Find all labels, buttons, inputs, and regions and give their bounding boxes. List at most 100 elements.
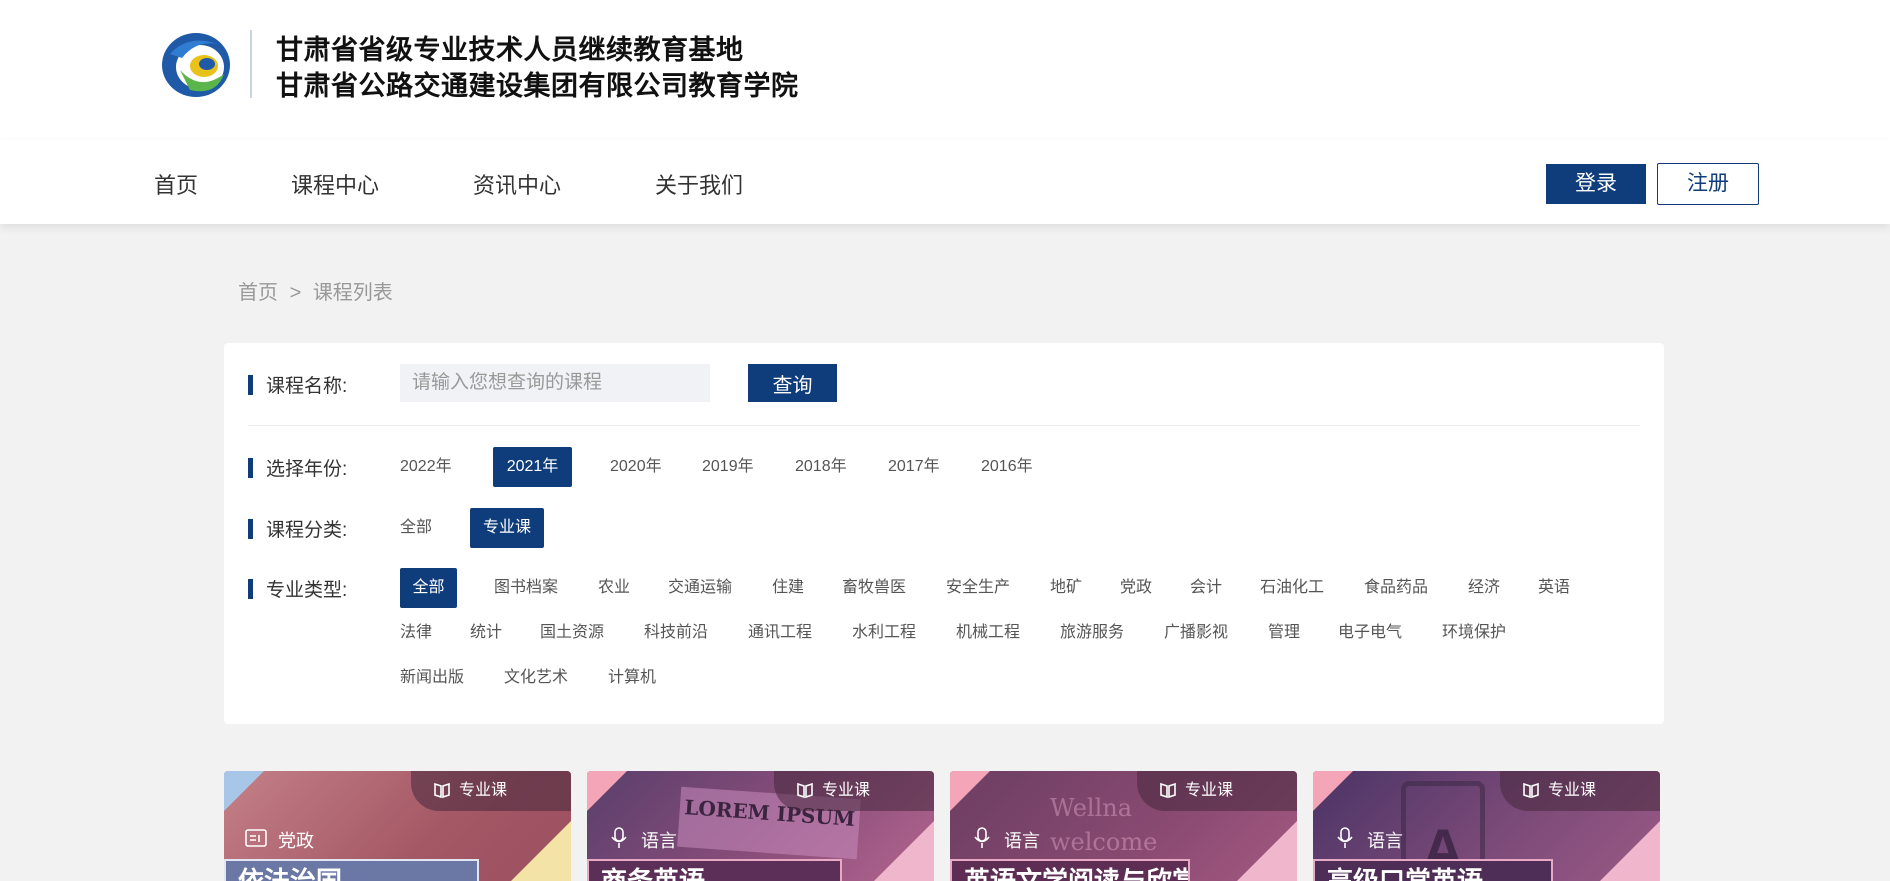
nav-news-center[interactable]: 资讯中心 (473, 168, 561, 200)
course-title: 高级口常英语 (1313, 859, 1553, 881)
course-search-input[interactable] (400, 364, 710, 402)
major-option[interactable]: 交通运输 (668, 568, 732, 608)
course-type-text: 专业课 (822, 782, 871, 799)
year-option-selected[interactable]: 2021年 (493, 447, 572, 487)
book-icon (1523, 782, 1539, 799)
course-type-tag: 专业课 (1500, 771, 1660, 811)
divider (248, 425, 1640, 426)
course-type-tag: 专业课 (774, 771, 934, 811)
breadcrumb: 首页 > 课程列表 (238, 276, 393, 305)
microphone-icon (1337, 827, 1353, 848)
query-button[interactable]: 查询 (748, 364, 837, 402)
course-type-text: 专业课 (459, 782, 508, 799)
course-card[interactable]: A 专业课 语言 高级口常英语 (1313, 771, 1660, 881)
major-option[interactable]: 文化艺术 (504, 658, 568, 698)
major-option[interactable]: 环境保护 (1442, 613, 1506, 653)
course-name-label: 课程名称: (248, 371, 347, 398)
course-card[interactable]: LOREM IPSUM 专业课 语言 商务英语 (587, 771, 934, 881)
login-button[interactable]: 登录 (1546, 164, 1646, 204)
major-option[interactable]: 国土资源 (540, 613, 604, 653)
course-card[interactable]: 专业课 党政 依法治国 (224, 771, 571, 881)
card-corner-decoration (1237, 821, 1297, 881)
year-option[interactable]: 2017年 (888, 447, 940, 487)
major-option[interactable]: 地矿 (1050, 568, 1082, 608)
course-title: 商务英语 (587, 859, 842, 881)
book-icon (434, 782, 450, 799)
major-option[interactable]: 安全生产 (946, 568, 1010, 608)
course-type-text: 专业课 (1185, 782, 1234, 799)
major-option[interactable]: 法律 (400, 613, 432, 653)
category-label: 课程分类: (248, 515, 347, 542)
major-option[interactable]: 旅游服务 (1060, 613, 1124, 653)
year-option[interactable]: 2020年 (610, 447, 662, 487)
major-option[interactable]: 石油化工 (1260, 568, 1324, 608)
major-option[interactable]: 住建 (772, 568, 804, 608)
breadcrumb-home[interactable]: 首页 (238, 282, 278, 304)
nav-course-center[interactable]: 课程中心 (291, 168, 379, 200)
major-option[interactable]: 新闻出版 (400, 658, 464, 698)
org-name-secondary: 甘肃省公路交通建设集团有限公司教育学院 (276, 71, 799, 102)
breadcrumb-current: 课程列表 (312, 282, 393, 304)
major-option-selected[interactable]: 全部 (400, 568, 457, 608)
major-option[interactable]: 科技前沿 (644, 613, 708, 653)
category-option-selected[interactable]: 专业课 (470, 508, 544, 548)
microphone-icon (974, 827, 990, 848)
major-option[interactable]: 计算机 (608, 658, 656, 698)
course-category-text: 语言 (1367, 831, 1403, 851)
id-card-icon (245, 829, 267, 847)
course-type-text: 专业课 (1548, 782, 1597, 799)
course-title: 英语文学阅读与欣赏 (950, 859, 1190, 881)
major-option[interactable]: 管理 (1268, 613, 1300, 653)
major-option[interactable]: 英语 (1538, 568, 1570, 608)
category-option[interactable]: 全部 (400, 508, 432, 548)
site-header: 甘肃省省级专业技术人员继续教育基地 甘肃省公路交通建设集团有限公司教育学院 (0, 0, 1890, 140)
course-category-text: 语言 (641, 831, 677, 851)
major-option[interactable]: 电子电气 (1338, 613, 1402, 653)
major-option[interactable]: 经济 (1468, 568, 1500, 608)
year-label: 选择年份: (248, 454, 347, 481)
course-category: 语言 (607, 827, 677, 853)
logo-divider (250, 30, 252, 98)
main-nav: 首页 课程中心 资讯中心 关于我们 登录 注册 (0, 140, 1890, 224)
card-corner-decoration (224, 771, 264, 811)
year-option[interactable]: 2018年 (795, 447, 847, 487)
major-label: 专业类型: (248, 575, 347, 602)
card-corner-decoration (1313, 771, 1353, 811)
major-option[interactable]: 农业 (598, 568, 630, 608)
card-corner-decoration (587, 771, 627, 811)
major-option[interactable]: 食品药品 (1364, 568, 1428, 608)
course-card[interactable]: Wellna welcome 专业课 语言 英语文学阅读与欣赏 (950, 771, 1297, 881)
major-option[interactable]: 党政 (1120, 568, 1152, 608)
card-corner-decoration (950, 771, 990, 811)
breadcrumb-separator: > (289, 282, 302, 304)
year-option[interactable]: 2016年 (981, 447, 1033, 487)
year-option[interactable]: 2019年 (702, 447, 754, 487)
course-type-tag: 专业课 (411, 771, 571, 811)
register-button[interactable]: 注册 (1657, 163, 1759, 205)
org-name-primary: 甘肃省省级专业技术人员继续教育基地 (276, 35, 744, 66)
card-corner-decoration (511, 821, 571, 881)
nav-home[interactable]: 首页 (154, 168, 198, 200)
card-corner-decoration (874, 821, 934, 881)
nav-about-us[interactable]: 关于我们 (655, 168, 743, 200)
book-icon (797, 782, 813, 799)
major-option[interactable]: 通讯工程 (748, 613, 812, 653)
book-icon (1160, 782, 1176, 799)
major-option[interactable]: 会计 (1190, 568, 1222, 608)
major-option[interactable]: 广播影视 (1164, 613, 1228, 653)
logo-icon[interactable] (160, 30, 232, 100)
major-option[interactable]: 统计 (470, 613, 502, 653)
major-option[interactable]: 畜牧兽医 (842, 568, 906, 608)
course-category: 语言 (1333, 827, 1403, 853)
card-corner-decoration (1600, 821, 1660, 881)
major-option[interactable]: 机械工程 (956, 613, 1020, 653)
microphone-icon (611, 827, 627, 848)
course-category-text: 党政 (278, 831, 314, 851)
course-category-text: 语言 (1004, 831, 1040, 851)
major-option[interactable]: 图书档案 (494, 568, 558, 608)
major-option[interactable]: 水利工程 (852, 613, 916, 653)
year-option[interactable]: 2022年 (400, 447, 452, 487)
course-category: 语言 (970, 827, 1040, 853)
course-title: 依法治国 (224, 859, 479, 881)
course-category: 党政 (244, 827, 314, 853)
